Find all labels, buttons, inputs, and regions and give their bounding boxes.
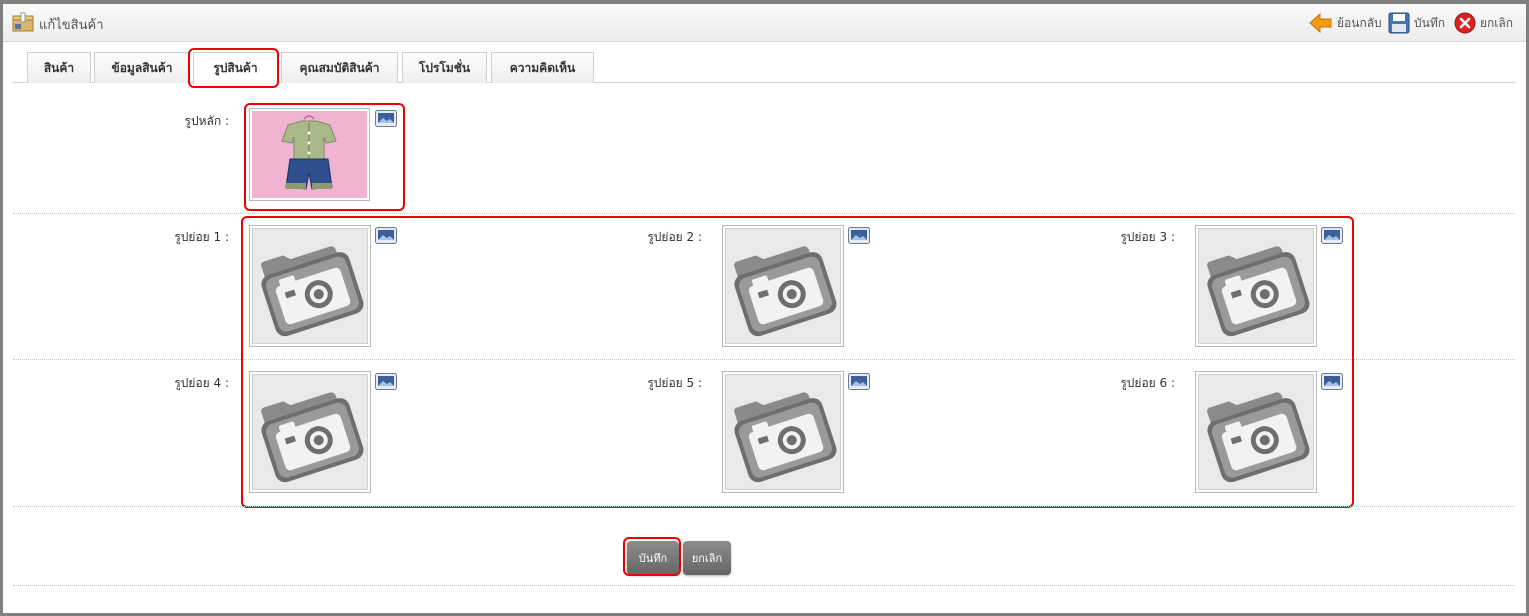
main-image-label: รูปหลัก :: [184, 114, 229, 128]
image-browse-icon[interactable]: [1321, 373, 1343, 390]
edit-product-window: แก้ไขสินค้า ย้อนกลับ บันทึก ยกเลิก สินค้…: [0, 0, 1529, 616]
sub-image-1-thumbnail[interactable]: [249, 225, 371, 347]
header-cancel-label: ยกเลิก: [1480, 15, 1514, 30]
camera-folder-icon: [725, 228, 841, 344]
back-button[interactable]: ย้อนกลับ: [1309, 10, 1382, 36]
sub-image-1-label: รูปย่อย 1 :: [174, 230, 229, 244]
tab-product[interactable]: สินค้า: [27, 52, 91, 83]
product-box-icon: [12, 12, 34, 32]
sub-image-2-thumbnail[interactable]: [722, 225, 844, 347]
kids-outfit-image: [252, 111, 367, 198]
sub-image-3-label: รูปย่อย 3 :: [1120, 230, 1175, 244]
tab-product-attributes[interactable]: คุณสมบัติสินค้า: [281, 52, 398, 83]
tab-product-images[interactable]: รูปสินค้า: [193, 52, 278, 84]
sub-image-5-label: รูปย่อย 5 :: [647, 376, 702, 390]
camera-folder-icon: [252, 228, 368, 344]
save-button[interactable]: บันทึก: [627, 541, 679, 575]
page-title: แก้ไขสินค้า: [39, 18, 104, 33]
divider: [13, 213, 1515, 214]
back-label: ย้อนกลับ: [1337, 15, 1382, 30]
tab-product-info[interactable]: ข้อมูลสินค้า: [94, 52, 190, 83]
main-image-thumbnail[interactable]: [249, 108, 370, 201]
close-circle-icon: [1454, 12, 1476, 34]
divider: [13, 585, 1515, 586]
image-browse-icon[interactable]: [375, 373, 397, 390]
camera-folder-icon: [252, 374, 368, 490]
sub-image-5-thumbnail[interactable]: [722, 371, 844, 493]
camera-folder-icon: [1198, 228, 1314, 344]
image-browse-icon[interactable]: [375, 110, 397, 127]
divider: [13, 506, 1515, 507]
product-photo: [252, 111, 367, 198]
tab-comments[interactable]: ความคิดเห็น: [491, 52, 594, 83]
cancel-button[interactable]: ยกเลิก: [683, 541, 731, 575]
sub-image-6-thumbnail[interactable]: [1195, 371, 1317, 493]
image-browse-icon[interactable]: [848, 227, 870, 244]
divider: [13, 359, 1515, 360]
image-browse-icon[interactable]: [375, 227, 397, 244]
tab-bar: สินค้า ข้อมูลสินค้า รูปสินค้า คุณสมบัติส…: [13, 52, 1515, 84]
tab-promotion[interactable]: โปรโมชั่น: [402, 52, 487, 83]
image-browse-icon[interactable]: [1321, 227, 1343, 244]
header-save-label: บันทึก: [1414, 15, 1445, 30]
arrow-left-icon: [1309, 12, 1332, 34]
sub-image-4-label: รูปย่อย 4 :: [174, 376, 229, 390]
camera-folder-icon: [725, 374, 841, 490]
sub-image-4-thumbnail[interactable]: [249, 371, 371, 493]
header-save-button[interactable]: บันทึก: [1388, 10, 1445, 36]
sub-image-6-label: รูปย่อย 6 :: [1120, 376, 1175, 390]
sub-image-3-thumbnail[interactable]: [1195, 225, 1317, 347]
camera-folder-icon: [1198, 374, 1314, 490]
sub-image-2-label: รูปย่อย 2 :: [647, 230, 702, 244]
image-browse-icon[interactable]: [848, 373, 870, 390]
floppy-disk-icon: [1388, 12, 1410, 34]
header-bar: แก้ไขสินค้า ย้อนกลับ บันทึก ยกเลิก: [3, 4, 1526, 42]
header-cancel-button[interactable]: ยกเลิก: [1454, 10, 1513, 36]
